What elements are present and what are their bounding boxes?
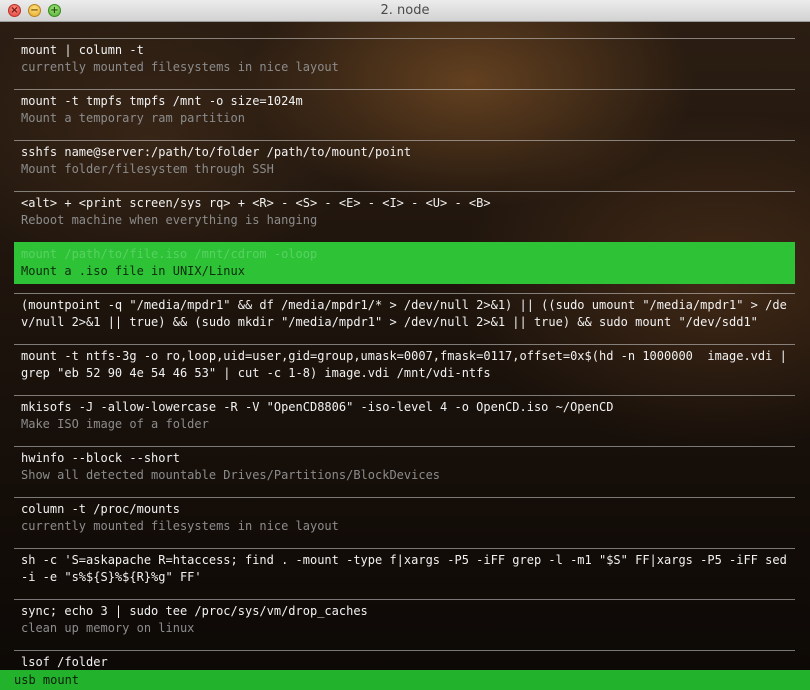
result-command: <alt> + <print screen/sys rq> + <R> - <S… [21, 196, 491, 210]
result-command: sh -c 'S=askapache R=htaccess; find . -m… [21, 553, 795, 584]
result-item[interactable]: column -t /proc/mounts currently mounted… [14, 497, 795, 539]
search-input[interactable]: usb mount [0, 670, 810, 690]
result-command: hwinfo --block --short [21, 451, 180, 465]
result-item-selected[interactable]: mount /path/to/file.iso /mnt/cdrom -oloo… [14, 242, 795, 284]
result-command: column -t /proc/mounts [21, 502, 180, 516]
result-command: lsof /folder [21, 655, 108, 669]
result-description: Mount a .iso file in UNIX/Linux [21, 264, 245, 278]
result-description: Show all detected mountable Drives/Parti… [21, 468, 441, 482]
terminal-content[interactable]: mount | column -t currently mounted file… [0, 22, 810, 670]
result-command: (mountpoint -q "/media/mpdr1" && df /med… [21, 298, 787, 329]
result-item[interactable]: sync; echo 3 | sudo tee /proc/sys/vm/dro… [14, 599, 795, 641]
result-command: sshfs name@server:/path/to/folder /path/… [21, 145, 412, 159]
result-command: mount -t ntfs-3g -o ro,loop,uid=user,gid… [21, 349, 795, 380]
result-command: mount | column -t [21, 43, 144, 57]
result-command: mkisofs -J -allow-lowercase -R -V "OpenC… [21, 400, 614, 414]
result-description: currently mounted filesystems in nice la… [21, 519, 339, 533]
window-title: 2. node [380, 3, 430, 18]
result-description: clean up memory on linux [21, 621, 195, 635]
result-item[interactable]: lsof /folder [14, 650, 795, 670]
result-command: mount /path/to/file.iso /mnt/cdrom -oloo… [21, 247, 318, 261]
result-command: sync; echo 3 | sudo tee /proc/sys/vm/dro… [21, 604, 368, 618]
result-item[interactable]: mount -t tmpfs tmpfs /mnt -o size=1024m … [14, 89, 795, 131]
title-bar: × − + 2. node [0, 0, 810, 22]
result-item[interactable]: hwinfo --block --short Show all detected… [14, 446, 795, 488]
result-item[interactable]: mount | column -t currently mounted file… [14, 38, 795, 80]
result-item[interactable]: (mountpoint -q "/media/mpdr1" && df /med… [14, 293, 795, 335]
terminal-window: × − + 2. node mount | column -t currentl… [0, 0, 810, 690]
result-description: Make ISO image of a folder [21, 417, 209, 431]
result-description: currently mounted filesystems in nice la… [21, 60, 339, 74]
result-description: Reboot machine when everything is hangin… [21, 213, 318, 227]
result-description: Mount a temporary ram partition [21, 111, 245, 125]
result-item[interactable]: sh -c 'S=askapache R=htaccess; find . -m… [14, 548, 795, 590]
result-item[interactable]: mount -t ntfs-3g -o ro,loop,uid=user,gid… [14, 344, 795, 386]
result-item[interactable]: sshfs name@server:/path/to/folder /path/… [14, 140, 795, 182]
results-list: mount | column -t currently mounted file… [14, 38, 795, 670]
result-item[interactable]: <alt> + <print screen/sys rq> + <R> - <S… [14, 191, 795, 233]
result-item[interactable]: mkisofs -J -allow-lowercase -R -V "OpenC… [14, 395, 795, 437]
result-command: mount -t tmpfs tmpfs /mnt -o size=1024m [21, 94, 303, 108]
result-description: Mount folder/filesystem through SSH [21, 162, 274, 176]
